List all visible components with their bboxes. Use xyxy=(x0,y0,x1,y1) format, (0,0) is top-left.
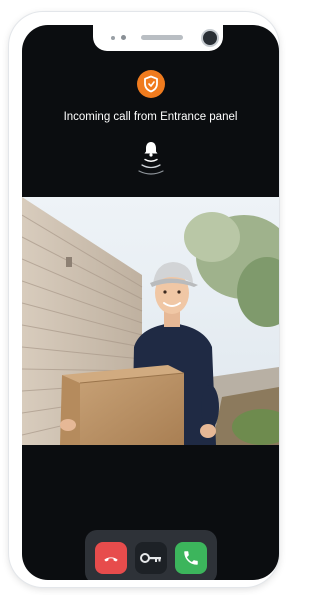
phone-decline-icon xyxy=(104,557,118,562)
front-camera xyxy=(203,31,217,45)
decline-call-button[interactable] xyxy=(95,542,127,574)
shield-logo-icon xyxy=(137,70,165,98)
bell-ringing-icon xyxy=(135,138,167,178)
phone-accept-icon xyxy=(184,551,198,565)
accept-call-button[interactable] xyxy=(175,542,207,574)
phone-frame: Incoming call from Entrance panel xyxy=(9,12,279,587)
key-icon xyxy=(140,553,161,563)
incoming-call-text: Incoming call from Entrance panel xyxy=(63,111,238,123)
call-controls xyxy=(85,530,217,580)
sensor-dot xyxy=(111,36,115,40)
open-door-button[interactable] xyxy=(135,542,167,574)
phone-notch xyxy=(93,25,223,51)
phone-screen: Incoming call from Entrance panel xyxy=(22,25,279,580)
speaker-grille xyxy=(141,35,183,40)
sensor-dot xyxy=(121,35,126,40)
door-camera-video xyxy=(22,197,279,445)
